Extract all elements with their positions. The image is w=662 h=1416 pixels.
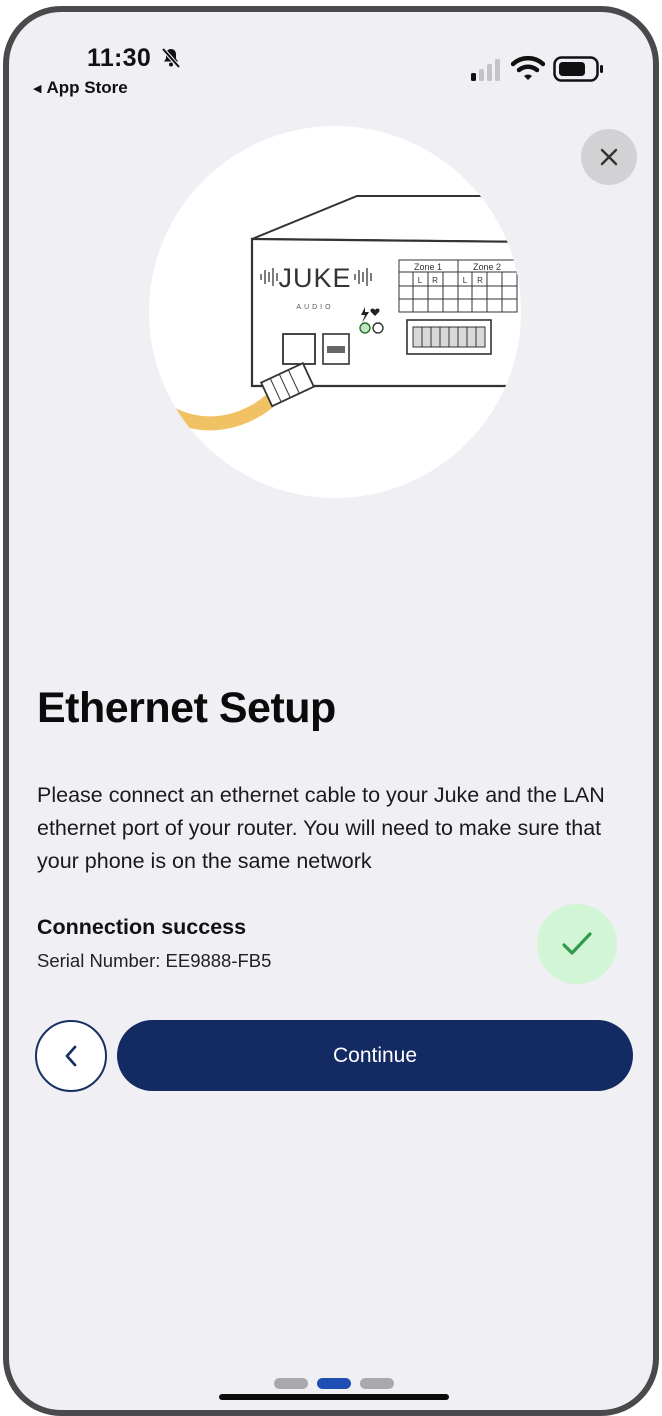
chevron-left-icon <box>65 1045 77 1067</box>
page-title: Ethernet Setup <box>37 684 336 732</box>
continue-button[interactable]: Continue <box>117 1020 633 1091</box>
connection-status: Connection success <box>37 915 247 939</box>
status-time: 11:30 <box>87 44 152 72</box>
home-indicator[interactable] <box>219 1394 449 1400</box>
back-to-app-store[interactable]: ◀ App Store <box>33 78 128 98</box>
battery-icon <box>553 56 603 82</box>
page-dot-3 <box>360 1378 394 1389</box>
channel-label-2: R <box>432 276 438 285</box>
device-illustration: JUKE AUDIO Zone 1 Zone 2 L R L R <box>149 126 521 498</box>
serial-number: Serial Number: EE9888-FB5 <box>37 950 272 971</box>
back-triangle-icon: ◀ <box>33 83 42 95</box>
bell-slash-icon <box>161 47 181 69</box>
page-dot-2-active <box>317 1378 351 1389</box>
channel-label-4: R <box>477 276 483 285</box>
page-indicator <box>274 1378 394 1389</box>
phone-screen: 11:30 ◀ App Store JUKE AUDIO Zone 1 Zone… <box>3 6 659 1416</box>
device-brand-label: JUKE <box>278 263 351 293</box>
close-icon <box>600 148 618 166</box>
success-badge <box>537 904 617 984</box>
wifi-icon <box>511 55 545 80</box>
zone-2-label: Zone 2 <box>473 262 501 272</box>
back-button[interactable] <box>35 1020 107 1092</box>
close-button[interactable] <box>581 129 637 185</box>
channel-label-3: L <box>463 276 468 285</box>
page-dot-1 <box>274 1378 308 1389</box>
setup-description: Please connect an ethernet cable to your… <box>37 783 605 873</box>
cellular-signal-icon <box>471 59 500 81</box>
back-app-label: App Store <box>46 78 128 97</box>
device-sub-label: AUDIO <box>296 304 333 311</box>
channel-label-1: L <box>418 276 423 285</box>
checkmark-icon <box>562 932 592 955</box>
zone-1-label: Zone 1 <box>414 262 442 272</box>
